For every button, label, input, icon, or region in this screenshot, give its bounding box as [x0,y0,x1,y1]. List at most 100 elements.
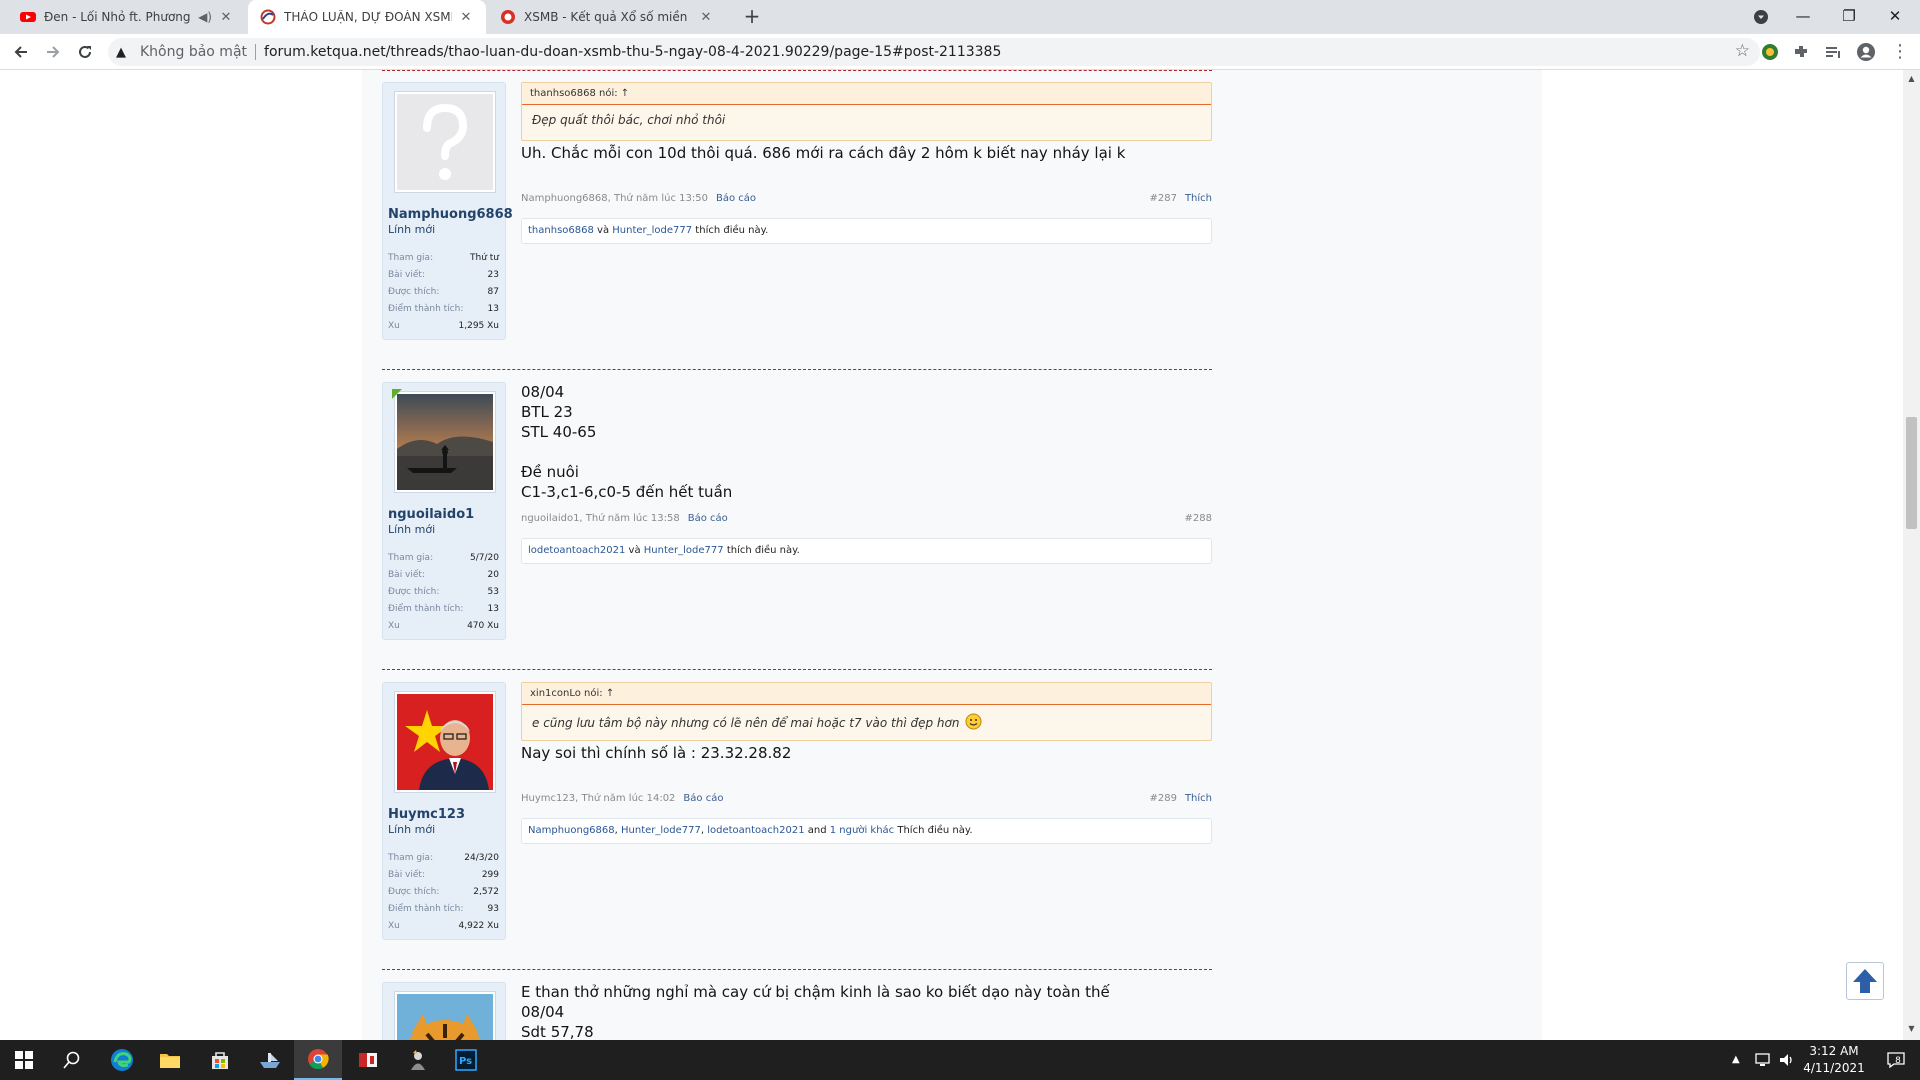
divider [255,44,257,60]
like-link[interactable]: Thích [1185,193,1212,204]
avatar-frame[interactable] [394,991,496,1040]
user-panel [382,982,506,1040]
close-window-button[interactable]: ✕ [1872,0,1918,34]
tray-chevron-up-icon[interactable]: ▲ [1732,1040,1740,1080]
network-icon[interactable] [1754,1052,1772,1068]
liker-link[interactable]: 1 người khác [830,825,894,836]
taskbar-edge[interactable] [98,1040,146,1080]
scroll-up-arrow-icon[interactable]: ▲ [1903,74,1920,83]
user-stats: Tham gia: Thứ tư Bài viết: 23 Được thích: 8… [388,250,499,335]
minimize-button[interactable]: — [1780,0,1826,34]
arrow-up-icon [1853,969,1877,993]
taskbar-photoshop[interactable]: Ps [442,1040,490,1080]
post-author-time[interactable]: Namphuong6868, Thứ năm lúc 13:50 [521,193,708,204]
close-icon[interactable]: ✕ [458,10,474,25]
menu-kebab-icon[interactable]: ⋮ [1888,40,1912,64]
tab-title: XSMB - Kết quả Xổ số miền Bắc [524,10,692,24]
ketqua-icon [260,9,276,25]
forward-button[interactable] [41,40,65,64]
report-link[interactable]: Báo cáo [716,193,756,204]
tab-search-icon [1754,10,1768,24]
quote-author[interactable]: xin1conLo nói: ↑ [522,683,1211,705]
user-stats: Tham gia: 24/3/20 Bài viết: 299 Được thích… [388,850,499,935]
username-link[interactable]: Huymc123 [383,793,505,822]
like-link[interactable]: Thích [1185,793,1212,804]
close-icon[interactable]: ✕ [698,10,714,25]
taskbar-app-character[interactable] [394,1040,442,1080]
extension-globe-icon[interactable] [1760,42,1780,62]
report-link[interactable]: Báo cáo [688,513,728,524]
post-text-line: 08/04 [521,1003,565,1021]
tab-thao-luan[interactable]: THẢO LUẬN, DỰ ĐOÁN XSMB TH ✕ [248,0,486,34]
quote-author[interactable]: thanhso6868 nói: ↑ [522,83,1211,105]
reading-list-icon[interactable] [1823,42,1843,62]
post-author-time[interactable]: nguoilaido1, Thứ năm lúc 13:58 [521,513,680,524]
post-text-blank [521,442,1212,462]
post-separator [382,369,1212,370]
likes-summary: lodetoantoach2021 và Hunter_lode777 thíc… [521,538,1212,564]
username-link[interactable]: Namphuong6868 [383,193,513,222]
user-title: Lính mới [388,823,436,836]
taskbar-chrome[interactable] [294,1040,342,1080]
address-bar[interactable]: ▲ Không bảo mật forum.ketqua.net/threads… [108,38,1760,66]
avatar-frame[interactable] [392,389,496,493]
quote-text: Đẹp quất thôi bác, chơi nhỏ thôi [532,113,726,127]
smiley-icon [965,713,982,730]
taskbar-app-ship[interactable] [246,1040,294,1080]
scrollbar-thumb[interactable] [1906,417,1917,529]
start-button[interactable] [0,1040,48,1080]
notification-count: 8 [1895,1056,1901,1066]
post-text-line: STL 40-65 [521,423,597,441]
liker-link[interactable]: lodetoantoach2021 [707,825,804,836]
stat-coins: Xu 4,922 Xu [388,921,499,931]
post-number-link[interactable]: #289 [1149,793,1176,804]
avatar-frame[interactable] [394,691,496,793]
bookmark-star-icon[interactable]: ☆ [1735,41,1750,61]
speaker-icon[interactable]: ◀) [198,10,212,24]
action-center-button[interactable]: 8 [1876,1040,1912,1080]
post-text-line: C1-3,c1-6,c0-5 đến hết tuần [521,483,733,501]
system-clock[interactable]: 3:12 AM 4/11/2021 [1794,1043,1874,1077]
tab-youtube[interactable]: Đen - Lối Nhỏ ft. Phương Anh ◀) ✕ [8,0,246,34]
search-button[interactable] [48,1040,96,1080]
liker-link[interactable]: lodetoantoach2021 [528,545,625,556]
liker-link[interactable]: Namphuong6868 [528,825,615,836]
tab-search-button[interactable] [1738,0,1784,34]
quote-block: xin1conLo nói: ↑ e cũng lưu tâm bộ này n… [521,682,1212,741]
liker-link[interactable]: Hunter_lode777 [612,225,692,236]
url-text[interactable]: forum.ketqua.net/threads/thao-luan-du-do… [264,44,1001,60]
username-link[interactable]: nguoilaido1 [383,493,505,522]
post-author-time[interactable]: Huymc123, Thứ năm lúc 14:02 [521,793,675,804]
new-tab-button[interactable]: + [738,0,766,34]
reload-button[interactable] [73,40,97,64]
post-number-link[interactable]: #288 [1185,513,1212,524]
restore-button[interactable]: ❐ [1826,0,1872,34]
profile-avatar-icon[interactable] [1856,42,1876,62]
stat-posts: Bài viết: 299 [388,870,499,880]
taskbar-app-cards[interactable] [344,1040,392,1080]
page-scrollbar[interactable]: ▲ ▼ [1903,70,1920,1040]
stat-joined: Tham gia: Thứ tư [388,253,499,263]
post-number-link[interactable]: #287 [1149,193,1176,204]
stat-likes: Được thích: 2,572 [388,887,499,897]
avatar-frame[interactable] [394,91,496,193]
tab-xsmb[interactable]: XSMB - Kết quả Xổ số miền Bắc ✕ [488,0,726,34]
report-link[interactable]: Báo cáo [683,793,723,804]
flag-man-avatar [397,694,493,790]
quote-text: e cũng lưu tâm bộ này nhưng có lẽ nên để… [532,716,960,730]
extensions-puzzle-icon[interactable] [1791,42,1811,62]
taskbar-file-explorer[interactable] [146,1040,194,1080]
liker-link[interactable]: Hunter_lode777 [644,545,724,556]
warning-icon[interactable]: ▲ [116,45,134,60]
back-button[interactable] [9,40,33,64]
liker-link[interactable]: thanhso6868 [528,225,594,236]
back-to-top-button[interactable] [1846,962,1884,1000]
scroll-down-arrow-icon[interactable]: ▼ [1903,1024,1920,1033]
post-text-line: Nay soi thì chính số là : 23.32.28.82 [521,744,792,762]
stat-coins: Xu 1,295 Xu [388,321,499,331]
liker-link[interactable]: Hunter_lode777 [621,825,701,836]
close-icon[interactable]: ✕ [218,10,234,25]
stat-likes: Được thích: 53 [388,587,499,597]
taskbar-store[interactable] [196,1040,244,1080]
security-label[interactable]: Không bảo mật [140,44,247,60]
